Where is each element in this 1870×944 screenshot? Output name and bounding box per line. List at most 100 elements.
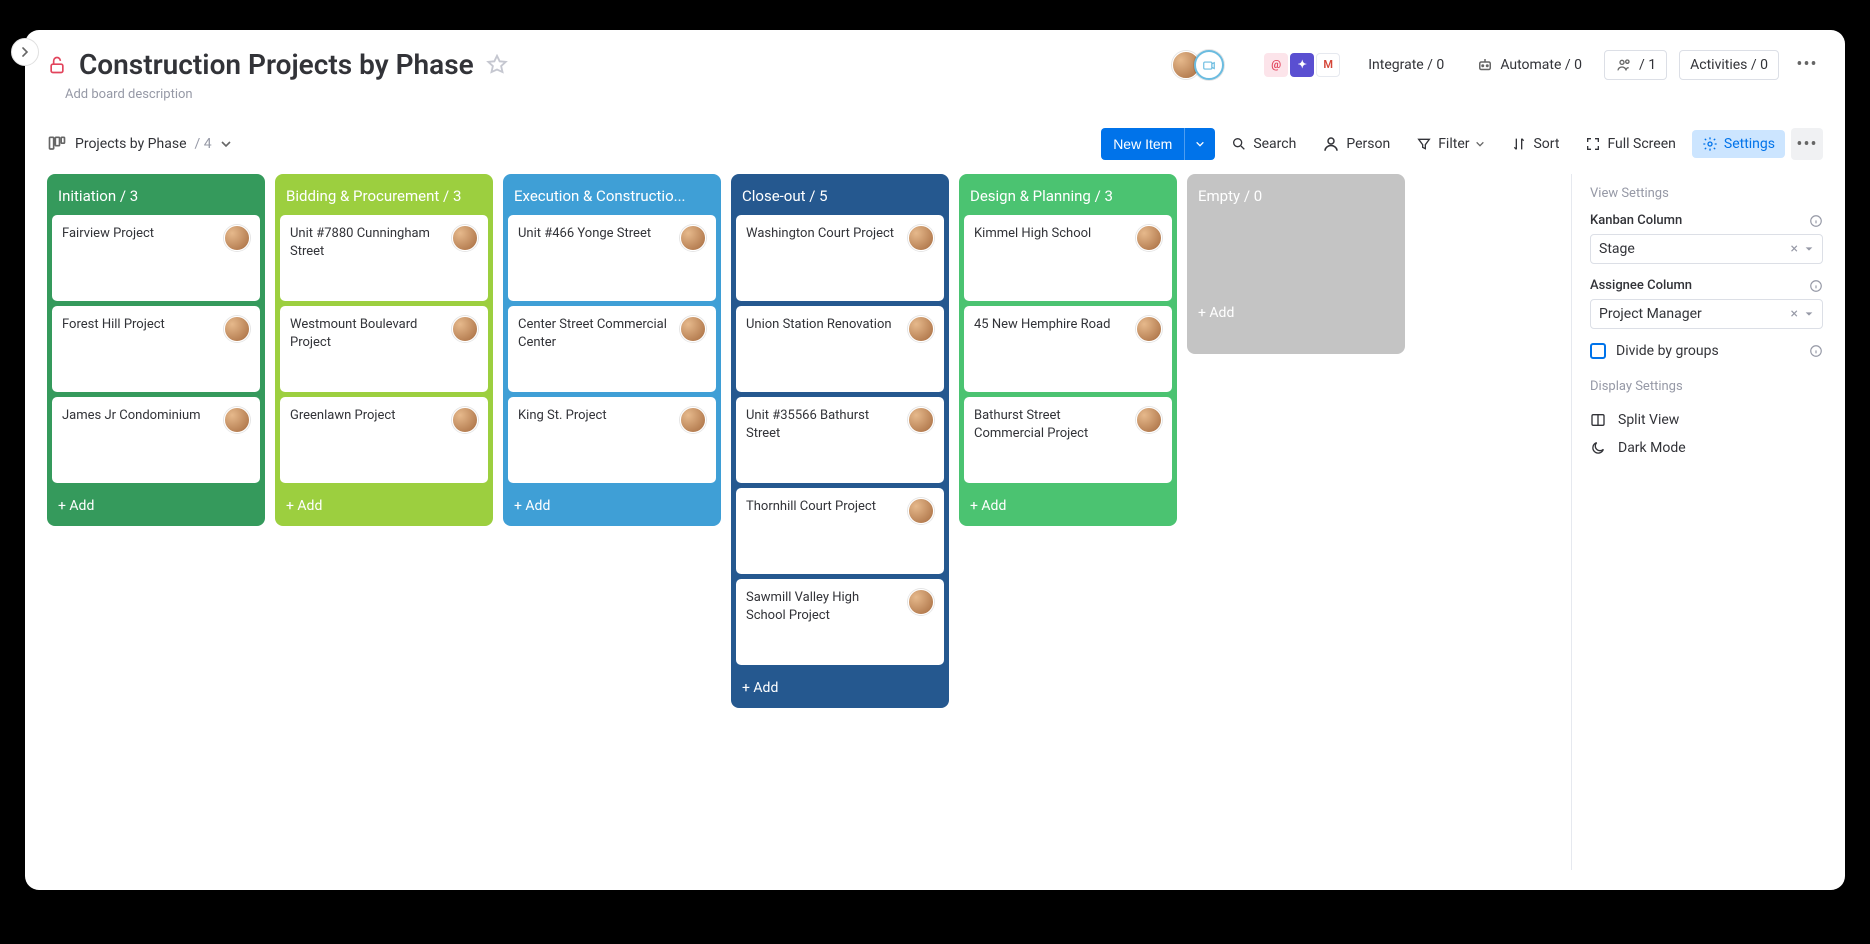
kanban-column-header[interactable]: Design & Planning / 3	[964, 179, 1172, 215]
clear-icon[interactable]: ×	[1791, 241, 1798, 257]
add-card-button[interactable]: + Add	[1192, 215, 1400, 333]
assignee-avatar[interactable]	[1136, 225, 1162, 251]
kanban-column-select[interactable]: Stage ×	[1590, 234, 1823, 264]
caret-down-icon	[1804, 244, 1814, 254]
chevron-down-icon	[1195, 139, 1205, 149]
automate-label: Automate / 0	[1500, 57, 1582, 73]
settings-label: Settings	[1724, 136, 1775, 152]
kanban-card[interactable]: Thornhill Court Project	[736, 488, 944, 574]
kanban-card[interactable]: James Jr Condominium	[52, 397, 260, 483]
kanban-column: Design & Planning / 3Kimmel High School 4…	[959, 174, 1177, 526]
new-item-button[interactable]: New Item	[1101, 128, 1215, 160]
sort-button[interactable]: Sort	[1501, 130, 1569, 158]
assignee-avatar[interactable]	[1136, 316, 1162, 342]
kanban-card[interactable]: Bathurst Street Commercial Project	[964, 397, 1172, 483]
board-more-button[interactable]: •••	[1791, 49, 1823, 81]
assignee-avatar[interactable]	[908, 316, 934, 342]
person-label: Person	[1346, 136, 1390, 152]
dark-mode-label: Dark Mode	[1618, 440, 1686, 456]
kanban-card[interactable]: Westmount Boulevard Project	[280, 306, 488, 392]
add-card-button[interactable]: + Add	[736, 670, 944, 708]
assignee-avatar[interactable]	[452, 225, 478, 251]
filter-button[interactable]: Filter	[1406, 130, 1495, 158]
kanban-card[interactable]: Forest Hill Project	[52, 306, 260, 392]
kanban-card[interactable]: Washington Court Project	[736, 215, 944, 301]
camera-icon	[1194, 50, 1224, 80]
board-header: Construction Projects by Phase @ ✦ M Int…	[47, 48, 1823, 81]
chevron-right-icon	[20, 47, 30, 57]
kanban-column-header[interactable]: Execution & Constructio...	[508, 179, 716, 215]
add-card-button[interactable]: + Add	[508, 488, 716, 526]
assignee-column-label: Assignee Column	[1590, 278, 1692, 293]
assignee-avatar[interactable]	[680, 225, 706, 251]
integrate-label: Integrate / 0	[1368, 57, 1444, 73]
automate-button[interactable]: Automate / 0	[1466, 50, 1592, 80]
clear-icon[interactable]: ×	[1791, 306, 1798, 322]
add-card-button[interactable]: + Add	[964, 488, 1172, 526]
members-label: / 1	[1639, 57, 1656, 73]
person-filter-button[interactable]: Person	[1312, 129, 1400, 159]
assignee-avatar[interactable]	[224, 225, 250, 251]
view-selector[interactable]: Projects by Phase / 4	[47, 134, 232, 154]
kanban-card[interactable]: Fairview Project	[52, 215, 260, 301]
filter-icon	[1416, 136, 1432, 152]
kanban-card[interactable]: Unit #7880 Cunningham Street	[280, 215, 488, 301]
kanban-card[interactable]: Sawmill Valley High School Project	[736, 579, 944, 665]
add-card-button[interactable]: + Add	[280, 488, 488, 526]
assignee-avatar[interactable]	[908, 407, 934, 433]
collapse-sidebar-button[interactable]	[11, 38, 39, 66]
kanban-column-header[interactable]: Close-out / 5	[736, 179, 944, 215]
kanban-column-header[interactable]: Empty / 0	[1192, 179, 1400, 215]
kanban-card[interactable]: Union Station Renovation	[736, 306, 944, 392]
kanban-card[interactable]: King St. Project	[508, 397, 716, 483]
star-icon[interactable]	[486, 54, 508, 76]
kanban-card[interactable]: 45 New Hemphire Road	[964, 306, 1172, 392]
kanban-card-title: 45 New Hemphire Road	[974, 316, 1128, 334]
search-icon	[1231, 136, 1247, 152]
people-icon	[1615, 57, 1633, 73]
kanban-column-value: Stage	[1599, 241, 1635, 257]
info-icon[interactable]	[1809, 344, 1823, 358]
new-item-caret[interactable]	[1184, 128, 1215, 160]
assignee-avatar[interactable]	[224, 316, 250, 342]
assignee-avatar[interactable]	[224, 407, 250, 433]
add-card-button[interactable]: + Add	[52, 488, 260, 526]
assignee-column-select[interactable]: Project Manager ×	[1590, 299, 1823, 329]
moon-icon	[1590, 440, 1606, 456]
kanban-card[interactable]: Unit #466 Yonge Street	[508, 215, 716, 301]
board-members-stack[interactable]	[1172, 50, 1224, 80]
person-icon	[1322, 135, 1340, 153]
full-screen-button[interactable]: Full Screen	[1575, 130, 1685, 158]
kanban-column-header[interactable]: Bidding & Procurement / 3	[280, 179, 488, 215]
settings-button[interactable]: Settings	[1692, 130, 1785, 158]
info-icon[interactable]	[1809, 214, 1823, 228]
assignee-avatar[interactable]	[908, 589, 934, 615]
sort-label: Sort	[1533, 136, 1559, 152]
kanban-card[interactable]: Greenlawn Project	[280, 397, 488, 483]
assignee-avatar[interactable]	[680, 407, 706, 433]
assignee-avatar[interactable]	[1136, 407, 1162, 433]
kanban-column-label: Kanban Column	[1590, 213, 1682, 228]
divide-by-groups-checkbox[interactable]: Divide by groups	[1590, 343, 1719, 359]
assignee-avatar[interactable]	[452, 316, 478, 342]
search-button[interactable]: Search	[1221, 130, 1306, 158]
kanban-card[interactable]: Center Street Commercial Center	[508, 306, 716, 392]
dots-icon: •••	[1796, 134, 1817, 155]
dark-mode-option[interactable]: Dark Mode	[1590, 434, 1823, 462]
toolbar-more-button[interactable]: •••	[1791, 128, 1823, 160]
info-icon[interactable]	[1809, 279, 1823, 293]
board-title[interactable]: Construction Projects by Phase	[79, 48, 474, 81]
activities-button[interactable]: Activities / 0	[1679, 50, 1779, 80]
split-view-option[interactable]: Split View	[1590, 406, 1823, 434]
board-description-placeholder[interactable]: Add board description	[65, 87, 1823, 102]
kanban-card[interactable]: Kimmel High School	[964, 215, 1172, 301]
kanban-card[interactable]: Unit #35566 Bathurst Street	[736, 397, 944, 483]
assignee-avatar[interactable]	[452, 407, 478, 433]
assignee-avatar[interactable]	[908, 498, 934, 524]
members-button[interactable]: / 1	[1604, 50, 1667, 80]
assignee-avatar[interactable]	[680, 316, 706, 342]
assignee-avatar[interactable]	[908, 225, 934, 251]
kanban-column-header[interactable]: Initiation / 3	[52, 179, 260, 215]
integrate-button[interactable]: Integrate / 0	[1358, 51, 1454, 79]
kanban-card-title: Unit #35566 Bathurst Street	[746, 407, 900, 442]
